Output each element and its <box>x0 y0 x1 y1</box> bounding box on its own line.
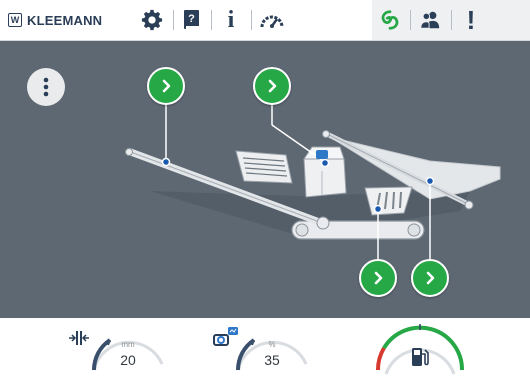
toolbar-divider <box>173 10 174 30</box>
logo-text: KLEEMANN <box>27 12 103 28</box>
alert-glyph: ! <box>466 4 476 35</box>
manual-icon[interactable]: ? <box>180 8 204 32</box>
toolbar-divider <box>251 10 252 30</box>
engine-status-badge <box>316 150 328 159</box>
users-icon[interactable] <box>418 8 442 32</box>
alert-icon[interactable]: ! <box>459 5 483 35</box>
toolbar-divider <box>410 10 411 30</box>
crusher-gap-value: 20 <box>120 352 136 368</box>
chevron-right-icon <box>268 79 277 93</box>
open-feed-conveyor-button[interactable] <box>147 67 185 105</box>
gear-icon[interactable] <box>140 8 164 32</box>
logo-mark: W <box>8 13 22 27</box>
open-crusher-button[interactable] <box>359 259 397 297</box>
vertical-dots-icon <box>43 77 49 97</box>
more-options-button[interactable] <box>27 68 65 106</box>
open-engine-button[interactable] <box>253 67 291 105</box>
info-icon[interactable]: i <box>219 6 243 33</box>
feeder-speed-unit: % <box>268 340 276 349</box>
chevron-right-icon <box>374 271 383 285</box>
speedometer-icon[interactable] <box>259 8 285 32</box>
info-glyph: i <box>227 6 235 33</box>
open-discharge-conveyor-button[interactable] <box>411 259 449 297</box>
chevron-right-icon <box>426 271 435 285</box>
top-toolbar: W KLEEMANN ? i ! <box>0 0 530 41</box>
fuel-pump-icon <box>410 346 430 373</box>
eco-icon[interactable] <box>378 8 402 32</box>
toolbar-divider <box>451 10 452 30</box>
toolbar-divider <box>211 10 212 30</box>
crusher-gap-unit: mm <box>121 340 135 349</box>
crusher-gap-icon <box>68 330 90 351</box>
kleemann-logo: W KLEEMANN <box>8 11 102 29</box>
svg-text:?: ? <box>188 13 195 25</box>
chevron-right-icon <box>162 79 171 93</box>
feeder-speed-value: 35 <box>264 352 280 368</box>
gauge-bar: mm 20 % 35 <box>0 318 530 378</box>
